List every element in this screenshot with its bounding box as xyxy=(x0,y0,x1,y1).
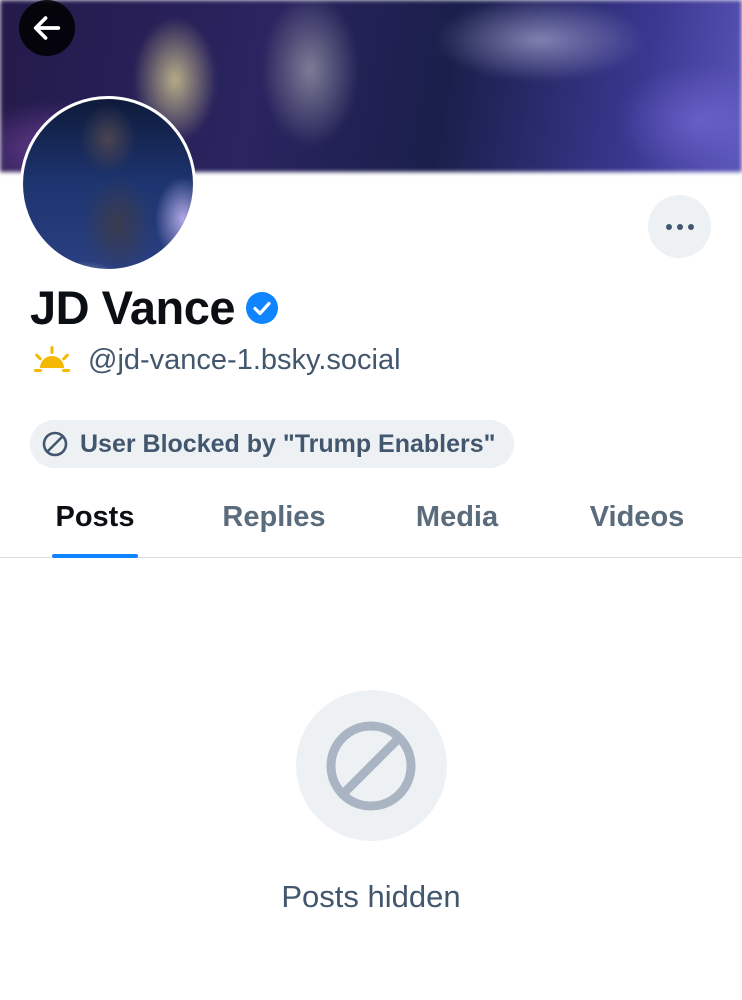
tab-replies[interactable]: Replies xyxy=(214,478,334,557)
profile-tabs: Posts Replies Media Videos xyxy=(0,478,742,558)
arrow-left-icon xyxy=(33,16,61,40)
tab-media[interactable]: Media xyxy=(404,478,510,557)
tab-label: Videos xyxy=(589,501,685,533)
block-icon xyxy=(42,431,68,457)
tab-posts[interactable]: Posts xyxy=(52,478,138,558)
display-name: JD Vance xyxy=(30,281,236,334)
more-options-button[interactable] xyxy=(648,195,711,258)
active-tab-indicator xyxy=(52,554,138,558)
handle: @jd-vance-1.bsky.social xyxy=(88,343,401,376)
tab-label: Replies xyxy=(222,501,326,533)
back-button[interactable] xyxy=(19,0,75,56)
tab-videos[interactable]: Videos xyxy=(580,478,694,557)
display-name-row: JD Vance xyxy=(30,280,279,335)
moderation-label: User Blocked by "Trump Enablers" xyxy=(80,429,496,458)
avatar[interactable] xyxy=(20,96,196,272)
block-icon xyxy=(326,721,416,810)
empty-state-message: Posts hidden xyxy=(281,879,461,914)
sun-icon xyxy=(34,346,70,372)
posts-hidden-empty-state: Posts hidden xyxy=(0,690,742,915)
empty-state-icon-circle xyxy=(295,690,447,841)
moderation-label-pill[interactable]: User Blocked by "Trump Enablers" xyxy=(30,420,514,468)
verified-check-icon[interactable] xyxy=(245,291,279,325)
profile-page: JD Vance @jd-vance-1.bsky.social User Bl… xyxy=(0,0,742,1000)
ellipsis-icon xyxy=(665,223,694,230)
tab-label: Media xyxy=(415,501,499,533)
handle-row: @jd-vance-1.bsky.social xyxy=(32,340,401,380)
tab-label: Posts xyxy=(55,501,135,533)
